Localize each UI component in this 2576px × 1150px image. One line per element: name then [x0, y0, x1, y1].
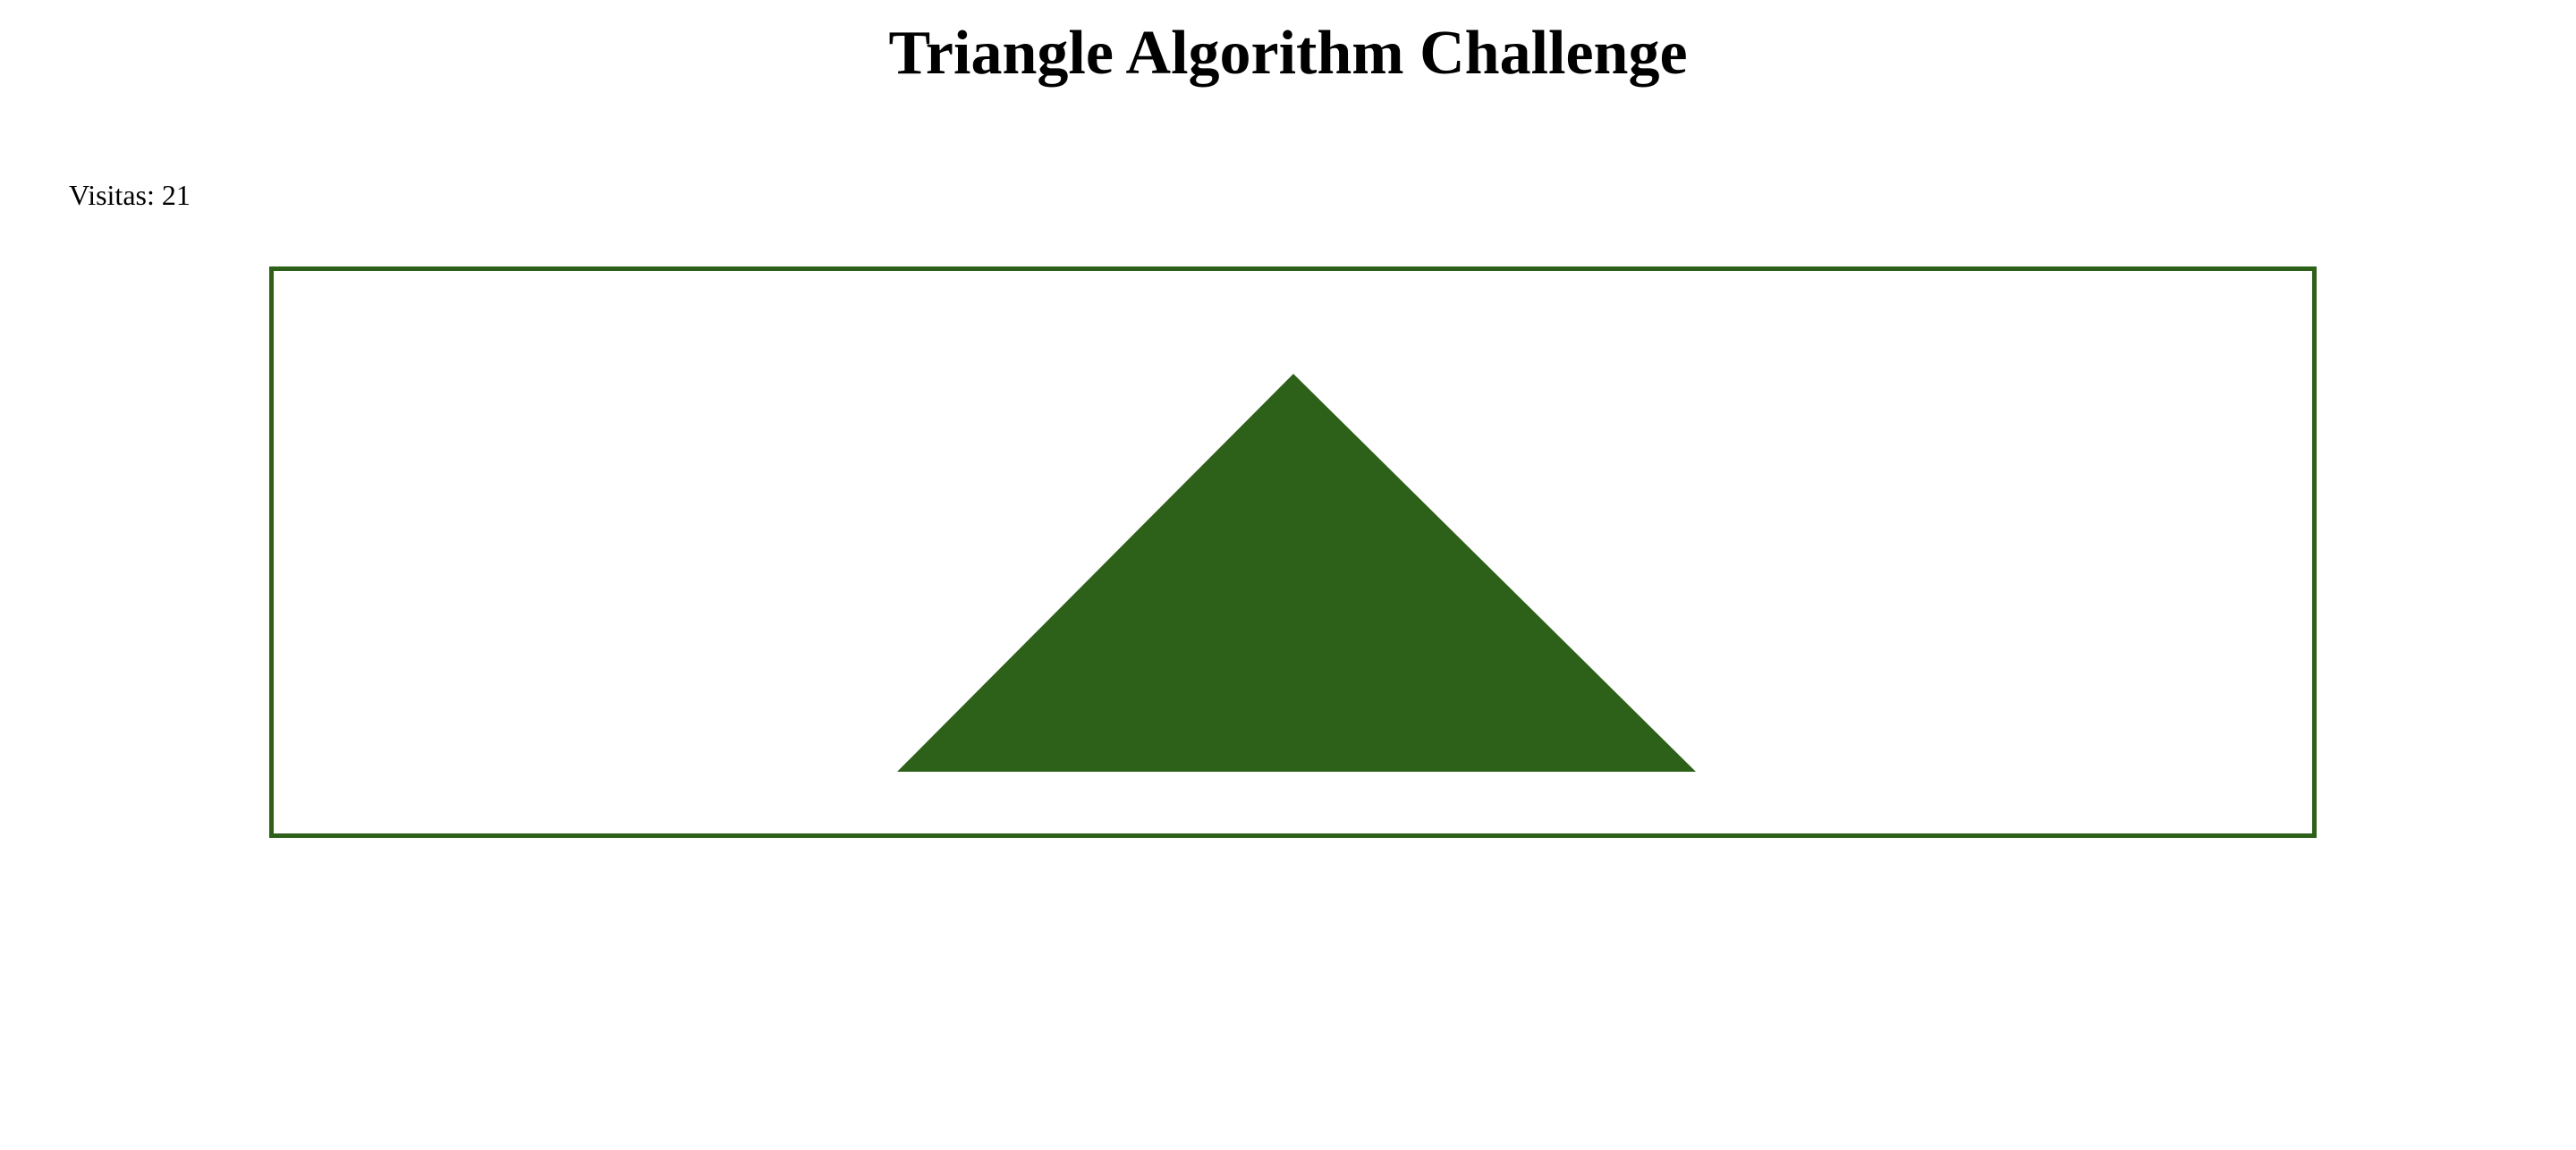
visit-counter: Visitas: 21: [69, 177, 191, 213]
triangle-canvas: [269, 266, 2317, 838]
visit-counter-value: 21: [161, 179, 191, 211]
visit-counter-label: Visitas:: [69, 179, 155, 211]
page: Triangle Algorithm Challenge Visitas: 21: [0, 0, 2576, 1150]
triangle-drawing: [897, 374, 1696, 772]
page-title: Triangle Algorithm Challenge: [888, 19, 1688, 88]
triangle-shape: [897, 374, 1696, 772]
